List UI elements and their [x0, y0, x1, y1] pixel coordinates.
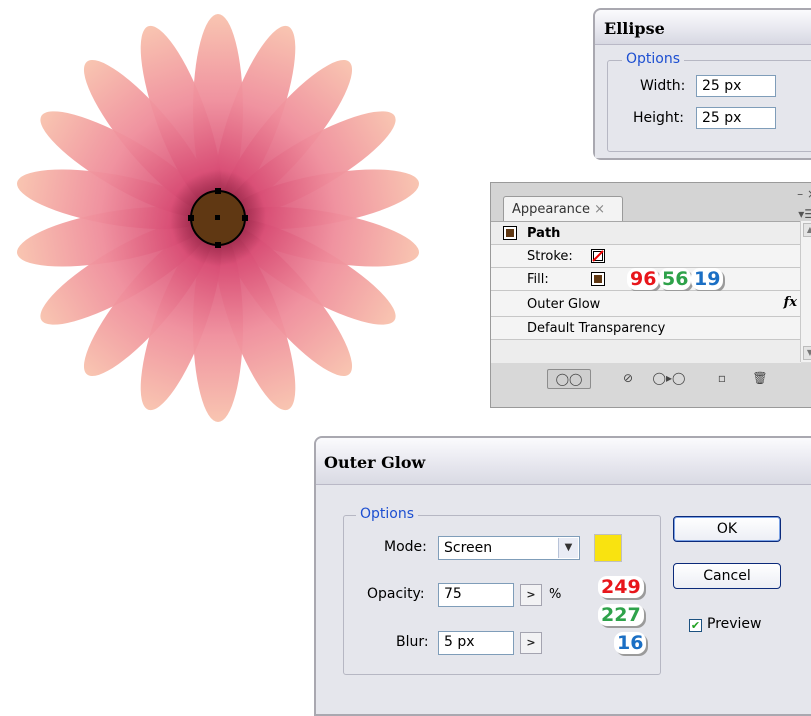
ellipse-dialog: Ellipse Options Width: 25 px Height: 25 … — [593, 8, 811, 160]
appearance-row-outer-glow[interactable]: Outer Glow fx — [491, 291, 801, 317]
flower-artwork — [16, 14, 420, 422]
appearance-scrollbar[interactable]: ▲ ▼ — [800, 221, 811, 362]
fx-icon[interactable]: fx — [784, 295, 797, 310]
stroke-label: Stroke: — [527, 249, 573, 264]
outer-glow-title: Outer Glow — [324, 453, 426, 472]
scroll-down-icon[interactable]: ▼ — [803, 346, 811, 360]
tab-appearance-label: Appearance — [512, 202, 591, 217]
scroll-up-icon[interactable]: ▲ — [803, 223, 811, 237]
mode-select[interactable]: Screen ▼ — [438, 536, 580, 560]
stroke-none-swatch-icon[interactable] — [591, 249, 605, 263]
fill-label: Fill: — [527, 272, 549, 287]
cancel-button[interactable]: Cancel — [673, 563, 781, 589]
outer-glow-dialog: Outer Glow Options Mode: Screen ▼ Opacit… — [314, 436, 811, 716]
ellipse-options-label: Options — [622, 51, 685, 67]
chevron-down-icon[interactable]: ▼ — [558, 538, 578, 558]
glow-b-badge: 16 — [614, 632, 647, 654]
appearance-footer: ◯◯ ⊘ ◯▸◯ ▫ 🗑 — [491, 363, 811, 407]
appearance-row-stroke[interactable]: Stroke: — [491, 245, 801, 268]
fill-b-badge: 19 — [691, 268, 724, 290]
fill-swatch[interactable] — [591, 272, 605, 286]
opacity-input[interactable]: 75 — [438, 583, 514, 607]
duplicate-item-icon[interactable]: ▫ — [709, 369, 735, 387]
width-label: Width: — [640, 78, 686, 94]
panel-window-controls[interactable]: – × — [797, 187, 811, 201]
blur-input[interactable]: 5 px — [438, 631, 514, 655]
glow-color-swatch[interactable] — [594, 534, 622, 562]
fill-g-badge: 56 — [659, 268, 692, 290]
glow-r-badge: 249 — [598, 576, 644, 598]
chevron-right-icon[interactable]: > — [520, 584, 542, 606]
check-icon: ✔ — [690, 619, 701, 632]
opacity-unit: % — [549, 587, 562, 602]
ellipse-dialog-body: Options Width: 25 px Height: 25 px — [595, 45, 811, 158]
blur-label: Blur: — [396, 634, 429, 650]
close-icon[interactable]: × — [594, 202, 605, 217]
ellipse-dialog-titlebar[interactable]: Ellipse — [595, 10, 811, 45]
outer-glow-options-label: Options — [356, 506, 419, 522]
ellipse-options-group: Options Width: 25 px Height: 25 px — [607, 51, 811, 152]
outer-glow-label: Outer Glow — [527, 297, 601, 312]
path-swatch — [503, 226, 517, 240]
height-input[interactable]: 25 px — [696, 107, 776, 129]
ellipse-dialog-title: Ellipse — [604, 19, 665, 38]
chevron-right-icon[interactable]: > — [520, 632, 542, 654]
preview-label: Preview — [707, 616, 762, 632]
path-label: Path — [527, 226, 561, 241]
clear-appearance-icon[interactable]: ⊘ — [615, 369, 641, 387]
outer-glow-options-group: Options Mode: Screen ▼ Opacity: 75 > % B… — [343, 506, 661, 675]
outer-glow-titlebar[interactable]: Outer Glow — [316, 438, 811, 485]
panel-menu-icon[interactable]: ▾☰ — [798, 207, 811, 221]
appearance-tabstrip: Appearance× – × ▾☰ — [491, 183, 811, 221]
appearance-row-path[interactable]: Path — [491, 222, 801, 245]
new-art-basic-appearance-icon[interactable]: ◯◯ — [547, 369, 591, 389]
tab-appearance[interactable]: Appearance × — [503, 196, 623, 221]
appearance-panel: Appearance× – × ▾☰ Path Stroke: Fill: 96… — [490, 182, 811, 408]
mode-label: Mode: — [384, 539, 427, 555]
height-label: Height: — [633, 110, 684, 126]
appearance-row-transparency[interactable]: Default Transparency — [491, 317, 801, 340]
trash-icon[interactable]: 🗑 — [747, 369, 773, 387]
preview-checkbox[interactable]: ✔ — [689, 619, 702, 632]
appearance-list: Path Stroke: Fill: 96 56 19 Outer Glow f… — [491, 221, 801, 363]
opacity-label: Opacity: — [367, 586, 425, 602]
appearance-row-fill[interactable]: Fill: 96 56 19 — [491, 268, 801, 291]
reduce-to-basic-icon[interactable]: ◯▸◯ — [651, 369, 687, 387]
width-input[interactable]: 25 px — [696, 75, 776, 97]
default-transparency-label: Default Transparency — [527, 321, 666, 336]
mode-value: Screen — [444, 540, 493, 556]
fill-r-badge: 96 — [627, 268, 660, 290]
ok-button[interactable]: OK — [673, 516, 781, 542]
glow-g-badge: 227 — [598, 604, 644, 626]
